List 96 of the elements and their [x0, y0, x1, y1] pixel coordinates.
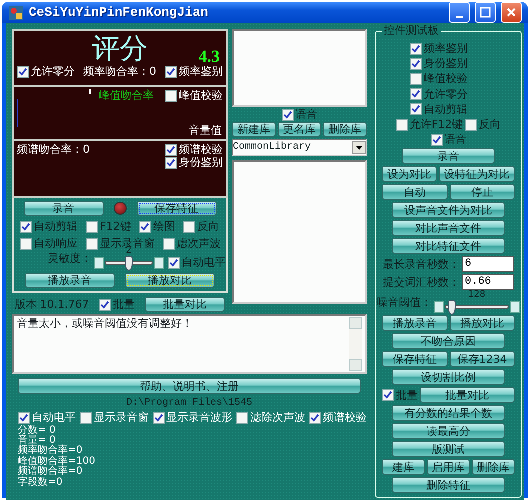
- button[interactable]: 播放录音: [25, 273, 115, 288]
- slider-label: 灵敏度：: [48, 252, 92, 266]
- button[interactable]: 建库: [382, 459, 425, 476]
- button[interactable]: 自动: [382, 184, 448, 200]
- button[interactable]: 设声音文件为对比: [392, 202, 505, 218]
- check-icon: [411, 104, 421, 114]
- button[interactable]: 启用库: [427, 459, 470, 476]
- file-path: D:\Program Files\1545: [125, 398, 254, 410]
- check-icon: [432, 134, 442, 145]
- stat-line: 音量= 0: [18, 436, 56, 446]
- checkbox[interactable]: 显示录音波形: [152, 411, 232, 425]
- minimize-button[interactable]: [449, 2, 470, 23]
- button[interactable]: 设切割比例: [392, 369, 505, 386]
- help-button[interactable]: 帮助、说明书、注册: [18, 378, 361, 394]
- check-icon: [154, 412, 164, 423]
- button[interactable]: 版测试: [392, 441, 505, 458]
- button[interactable]: 不吻合原因: [392, 333, 505, 350]
- maximize-button[interactable]: [475, 2, 496, 23]
- group-title: 控件测试板: [382, 24, 441, 38]
- check-icon: [140, 222, 150, 232]
- check-icon: [383, 390, 393, 400]
- button[interactable]: 读最高分: [392, 423, 505, 440]
- button[interactable]: 批量对比: [145, 297, 226, 312]
- button[interactable]: 批量对比: [420, 387, 515, 404]
- maximize-icon: [480, 7, 491, 18]
- button[interactable]: 录音: [24, 201, 104, 216]
- button[interactable]: 保存1234: [450, 351, 515, 368]
- app-icon: [8, 4, 24, 20]
- check-icon: [166, 66, 176, 77]
- cursor-mark: [89, 89, 91, 94]
- button[interactable]: 停止: [450, 184, 515, 200]
- check-icon: [411, 89, 421, 100]
- label: 频率吻合率：0: [84, 65, 156, 78]
- checkbox[interactable]: 滤除次声波: [236, 411, 306, 425]
- button[interactable]: 保存特征: [382, 351, 448, 368]
- minimize-icon: [456, 16, 463, 18]
- stat-line: 频率吻合率=0: [18, 446, 84, 456]
- check-icon: [411, 58, 421, 69]
- button[interactable]: 删除库: [323, 122, 368, 138]
- list-box[interactable]: [232, 160, 367, 304]
- checkbox[interactable]: 频谱校验: [309, 411, 367, 425]
- check-icon: [166, 144, 176, 155]
- slider-value: 128: [468, 291, 486, 300]
- field-label: 提交词汇秒数：: [383, 276, 460, 289]
- input-field[interactable]: 0.66: [462, 274, 514, 290]
- volume-label: 音量值: [189, 124, 222, 137]
- checkbox[interactable]: 频率鉴别: [165, 65, 223, 78]
- button[interactable]: 设为对比: [382, 166, 437, 182]
- button[interactable]: 保存特征: [136, 201, 216, 216]
- checkbox[interactable]: 峰值校验: [165, 89, 223, 102]
- checkbox[interactable]: 自动电平: [18, 411, 76, 425]
- button[interactable]: 播放录音: [382, 315, 448, 332]
- dropdown[interactable]: CommonLibrary: [232, 139, 367, 156]
- slider-value: 2: [126, 247, 132, 256]
- score-value: 4.3: [198, 47, 220, 66]
- button[interactable]: 新建库: [232, 122, 276, 138]
- checkbox[interactable]: 显示录音窗: [80, 411, 149, 425]
- slider-label: 噪音阈值：: [377, 296, 432, 310]
- score-title: 评分: [92, 33, 148, 65]
- input-field[interactable]: 6: [462, 256, 514, 272]
- button[interactable]: 更名库: [278, 122, 322, 138]
- check-icon: [100, 300, 110, 310]
- check-icon: [166, 158, 176, 168]
- message-text: 音量太小，或噪音阈值没有调整好！: [17, 317, 194, 332]
- button[interactable]: 对比声音文件: [392, 220, 505, 236]
- close-button[interactable]: [501, 2, 522, 23]
- label: 版本 10.1.767: [14, 298, 90, 312]
- button[interactable]: 删除库: [472, 459, 515, 476]
- button[interactable]: 有分数的结果个数: [392, 405, 505, 422]
- stat-line: 分数= 0: [18, 426, 57, 436]
- check-icon: [411, 44, 421, 54]
- waveform-line: [17, 99, 18, 127]
- checkbox[interactable]: 允许零分: [17, 65, 75, 78]
- check-icon: [21, 222, 31, 232]
- stat-line: 峰值吻合率=100: [18, 456, 96, 467]
- check-icon: [169, 258, 179, 268]
- button[interactable]: 播放对比: [450, 315, 515, 332]
- field-label: 最长录音秒数：: [383, 258, 460, 271]
- check-icon: [19, 412, 29, 423]
- check-icon: [282, 110, 292, 120]
- stat-line: 字段数=0: [18, 478, 64, 488]
- slider-thumb[interactable]: [125, 256, 133, 272]
- checkbox[interactable]: 频谱校验: [165, 143, 223, 156]
- spectrum-rate: 频谱吻合率：0: [17, 143, 90, 158]
- button[interactable]: 设特征为对比: [439, 166, 515, 182]
- check-icon: [18, 66, 28, 77]
- button[interactable]: 录音: [402, 148, 495, 164]
- peak-label: 峰值吻合率: [99, 89, 154, 102]
- stat-line: 频谱吻合率=0: [18, 467, 84, 478]
- slider-thumb[interactable]: [448, 300, 456, 316]
- window-title: CeSiYuYinPinFenKongJian: [29, 4, 210, 20]
- close-icon: [506, 7, 517, 18]
- checkbox[interactable]: 身份鉴别: [165, 156, 223, 170]
- button[interactable]: 删除特征: [392, 477, 505, 494]
- button[interactable]: 对比特征文件: [392, 238, 505, 254]
- check-icon: [310, 412, 320, 423]
